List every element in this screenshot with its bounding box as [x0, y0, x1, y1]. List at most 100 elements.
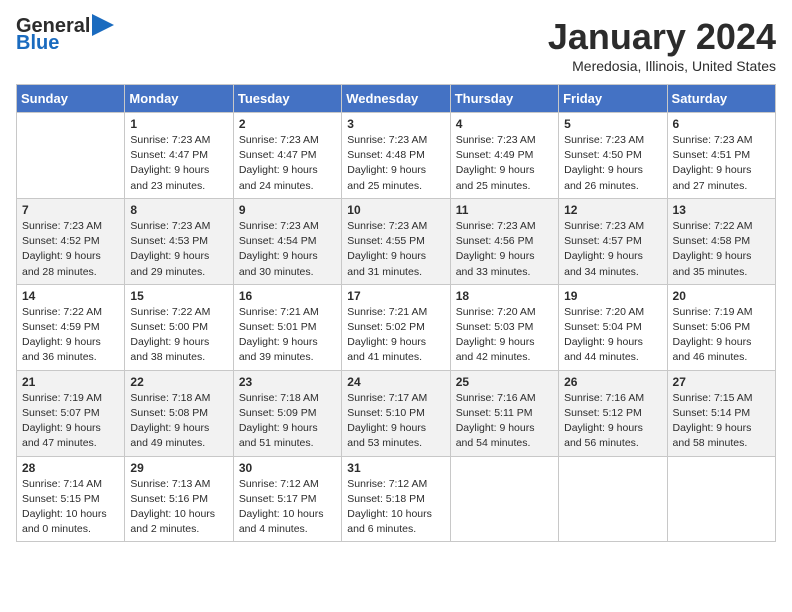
day-info: Sunrise: 7:16 AM Sunset: 5:12 PM Dayligh…: [564, 391, 661, 452]
header: General Blue January 2024 Meredosia, Ill…: [16, 16, 776, 74]
calendar-cell: 10Sunrise: 7:23 AM Sunset: 4:55 PM Dayli…: [342, 198, 450, 284]
day-number: 12: [564, 203, 661, 217]
day-info: Sunrise: 7:23 AM Sunset: 4:54 PM Dayligh…: [239, 219, 336, 280]
calendar-cell: 17 Sunrise: 7:21 AM Sunset: 5:02 PM Dayli…: [342, 284, 450, 370]
calendar-cell: 22 Sunrise: 7:18 AM Sunset: 5:08 PM Dayli…: [125, 370, 233, 456]
day-number: 16: [239, 289, 336, 303]
calendar-cell: 12 Sunrise: 7:23 AM Sunset: 4:57 PM Dayli…: [559, 198, 667, 284]
col-sunday: Sunday: [17, 85, 125, 113]
location: Meredosia, Illinois, United States: [548, 58, 776, 74]
day-info: Sunrise: 7:23 AM Sunset: 4:50 PM Dayligh…: [564, 133, 661, 194]
day-info: Sunrise: 7:13 AM Sunset: 5:16 PM Dayligh…: [130, 477, 227, 538]
day-number: 8: [130, 203, 227, 217]
calendar-cell: 20Sunrise: 7:19 AM Sunset: 5:06 PM Dayli…: [667, 284, 775, 370]
day-number: 17: [347, 289, 444, 303]
day-number: 19: [564, 289, 661, 303]
day-info: Sunrise: 7:16 AM Sunset: 5:11 PM Dayligh…: [456, 391, 553, 452]
day-info: Sunrise: 7:20 AM Sunset: 5:04 PM Dayligh…: [564, 305, 661, 366]
day-info: Sunrise: 7:22 AM Sunset: 4:59 PM Dayligh…: [22, 305, 119, 366]
day-number: 10: [347, 203, 444, 217]
calendar-cell: 29 Sunrise: 7:13 AM Sunset: 5:16 PM Dayli…: [125, 456, 233, 542]
calendar-cell: 6 Sunrise: 7:23 AM Sunset: 4:51 PM Daylig…: [667, 113, 775, 199]
day-number: 31: [347, 461, 444, 475]
calendar-cell: [667, 456, 775, 542]
day-number: 27: [673, 375, 770, 389]
col-wednesday: Wednesday: [342, 85, 450, 113]
day-info: Sunrise: 7:12 AM Sunset: 5:18 PM Dayligh…: [347, 477, 444, 538]
day-number: 3: [347, 117, 444, 131]
calendar-cell: 11Sunrise: 7:23 AM Sunset: 4:56 PM Dayli…: [450, 198, 558, 284]
day-number: 20: [673, 289, 770, 303]
calendar-cell: 3 Sunrise: 7:23 AM Sunset: 4:48 PM Daylig…: [342, 113, 450, 199]
day-number: 23: [239, 375, 336, 389]
col-thursday: Thursday: [450, 85, 558, 113]
day-number: 22: [130, 375, 227, 389]
calendar-cell: 30Sunrise: 7:12 AM Sunset: 5:17 PM Dayli…: [233, 456, 341, 542]
calendar-week-2: 7 Sunrise: 7:23 AM Sunset: 4:52 PM Daylig…: [17, 198, 776, 284]
day-number: 30: [239, 461, 336, 475]
calendar-cell: 9Sunrise: 7:23 AM Sunset: 4:54 PM Daylig…: [233, 198, 341, 284]
calendar-cell: 5 Sunrise: 7:23 AM Sunset: 4:50 PM Daylig…: [559, 113, 667, 199]
day-number: 25: [456, 375, 553, 389]
calendar-cell: 1 Sunrise: 7:23 AM Sunset: 4:47 PM Daylig…: [125, 113, 233, 199]
col-friday: Friday: [559, 85, 667, 113]
day-number: 18: [456, 289, 553, 303]
logo-block: General Blue: [16, 16, 114, 55]
calendar-cell: 24Sunrise: 7:17 AM Sunset: 5:10 PM Dayli…: [342, 370, 450, 456]
day-info: Sunrise: 7:23 AM Sunset: 4:49 PM Dayligh…: [456, 133, 553, 194]
col-saturday: Saturday: [667, 85, 775, 113]
calendar-cell: 8Sunrise: 7:23 AM Sunset: 4:53 PM Daylig…: [125, 198, 233, 284]
day-number: 6: [673, 117, 770, 131]
day-info: Sunrise: 7:19 AM Sunset: 5:07 PM Dayligh…: [22, 391, 119, 452]
day-number: 7: [22, 203, 119, 217]
day-number: 26: [564, 375, 661, 389]
calendar-cell: 26 Sunrise: 7:16 AM Sunset: 5:12 PM Dayli…: [559, 370, 667, 456]
day-info: Sunrise: 7:23 AM Sunset: 4:52 PM Dayligh…: [22, 219, 119, 280]
calendar-body: 1 Sunrise: 7:23 AM Sunset: 4:47 PM Daylig…: [17, 113, 776, 542]
col-tuesday: Tuesday: [233, 85, 341, 113]
calendar-cell: 15 Sunrise: 7:22 AM Sunset: 5:00 PM Dayli…: [125, 284, 233, 370]
calendar-cell: 23 Sunrise: 7:18 AM Sunset: 5:09 PM Dayli…: [233, 370, 341, 456]
day-info: Sunrise: 7:23 AM Sunset: 4:47 PM Dayligh…: [130, 133, 227, 194]
day-info: Sunrise: 7:22 AM Sunset: 4:58 PM Dayligh…: [673, 219, 770, 280]
day-info: Sunrise: 7:18 AM Sunset: 5:08 PM Dayligh…: [130, 391, 227, 452]
calendar-cell: 16Sunrise: 7:21 AM Sunset: 5:01 PM Dayli…: [233, 284, 341, 370]
day-number: 14: [22, 289, 119, 303]
day-info: Sunrise: 7:23 AM Sunset: 4:51 PM Dayligh…: [673, 133, 770, 194]
calendar-week-3: 14 Sunrise: 7:22 AM Sunset: 4:59 PM Dayli…: [17, 284, 776, 370]
day-number: 24: [347, 375, 444, 389]
col-monday: Monday: [125, 85, 233, 113]
calendar-cell: 13Sunrise: 7:22 AM Sunset: 4:58 PM Dayli…: [667, 198, 775, 284]
page-container: General Blue January 2024 Meredosia, Ill…: [16, 16, 776, 542]
logo: General Blue: [16, 16, 114, 55]
day-number: 1: [130, 117, 227, 131]
day-info: Sunrise: 7:20 AM Sunset: 5:03 PM Dayligh…: [456, 305, 553, 366]
calendar-cell: 21 Sunrise: 7:19 AM Sunset: 5:07 PM Dayli…: [17, 370, 125, 456]
day-info: Sunrise: 7:15 AM Sunset: 5:14 PM Dayligh…: [673, 391, 770, 452]
calendar-header: Sunday Monday Tuesday Wednesday Thursday…: [17, 85, 776, 113]
calendar-cell: 7 Sunrise: 7:23 AM Sunset: 4:52 PM Daylig…: [17, 198, 125, 284]
day-number: 2: [239, 117, 336, 131]
day-number: 29: [130, 461, 227, 475]
day-number: 15: [130, 289, 227, 303]
calendar-cell: 28Sunrise: 7:14 AM Sunset: 5:15 PM Dayli…: [17, 456, 125, 542]
day-number: 21: [22, 375, 119, 389]
calendar-cell: 27 Sunrise: 7:15 AM Sunset: 5:14 PM Dayli…: [667, 370, 775, 456]
day-info: Sunrise: 7:18 AM Sunset: 5:09 PM Dayligh…: [239, 391, 336, 452]
calendar-cell: [17, 113, 125, 199]
calendar-cell: 4 Sunrise: 7:23 AM Sunset: 4:49 PM Daylig…: [450, 113, 558, 199]
day-info: Sunrise: 7:22 AM Sunset: 5:00 PM Dayligh…: [130, 305, 227, 366]
calendar-cell: [559, 456, 667, 542]
month-title: January 2024: [548, 16, 776, 58]
day-number: 5: [564, 117, 661, 131]
title-area: January 2024 Meredosia, Illinois, United…: [548, 16, 776, 74]
day-info: Sunrise: 7:21 AM Sunset: 5:02 PM Dayligh…: [347, 305, 444, 366]
day-number: 4: [456, 117, 553, 131]
day-number: 11: [456, 203, 553, 217]
calendar-cell: 2Sunrise: 7:23 AM Sunset: 4:47 PM Daylig…: [233, 113, 341, 199]
logo-blue: Blue: [16, 32, 59, 55]
calendar-week-4: 21 Sunrise: 7:19 AM Sunset: 5:07 PM Dayli…: [17, 370, 776, 456]
day-info: Sunrise: 7:23 AM Sunset: 4:57 PM Dayligh…: [564, 219, 661, 280]
day-info: Sunrise: 7:23 AM Sunset: 4:48 PM Dayligh…: [347, 133, 444, 194]
day-info: Sunrise: 7:14 AM Sunset: 5:15 PM Dayligh…: [22, 477, 119, 538]
